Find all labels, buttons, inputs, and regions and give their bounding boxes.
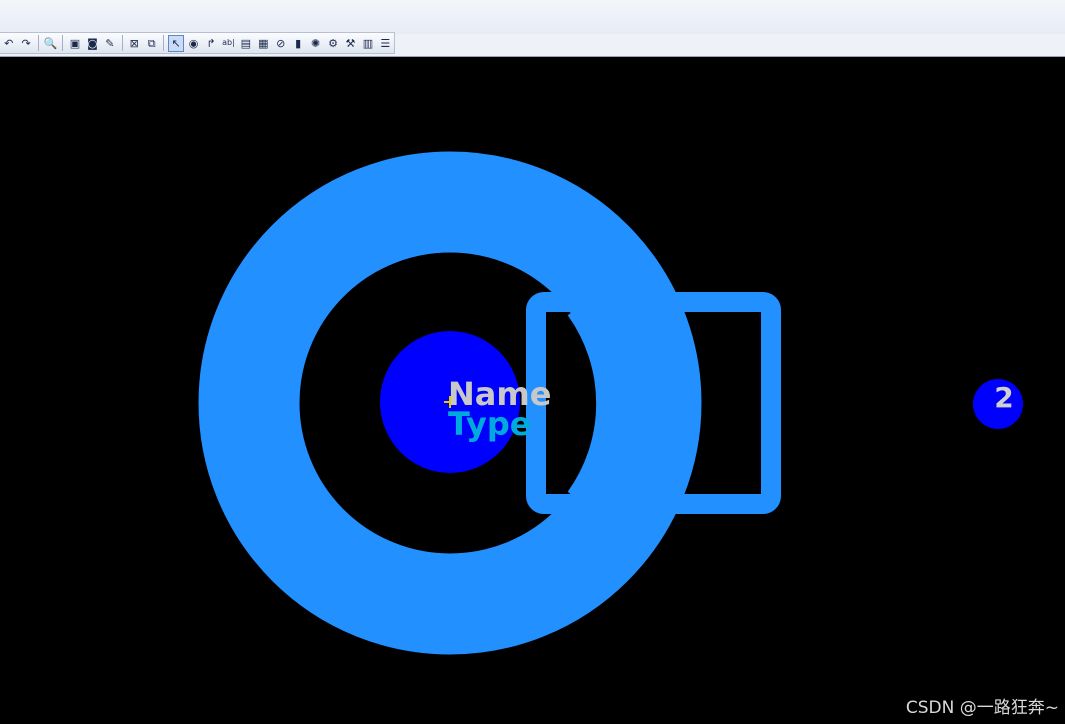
pcb-canvas[interactable]: Name Type 2 — [0, 57, 1065, 724]
view-area-icon[interactable]: ▣ — [67, 35, 83, 52]
inner-arc[interactable] — [567, 304, 615, 503]
place-icon[interactable]: ⊠ — [126, 35, 142, 52]
undo-icon[interactable]: ↶ — [1, 35, 17, 52]
layer-icon[interactable]: ◙ — [84, 35, 100, 52]
report-icon[interactable]: ▥ — [360, 35, 376, 52]
component-icon[interactable]: ▤ — [238, 35, 254, 52]
redo-icon[interactable]: ↷ — [18, 35, 34, 52]
footprint-drawing: Name Type 2 — [198, 151, 1023, 655]
tool-palette: ↶ ↷ 🔍 ▣ ◙ ✎ ⊠ ⧉ ↖ ◉ ↱ ab| ▤ ▦ ⊘ ▮ ✺ ⚙ ⚒ ▥ ☰ — [0, 32, 395, 54]
pin-icon[interactable]: ↱ — [203, 35, 219, 52]
toolbar-separator — [163, 35, 165, 51]
copper-icon[interactable]: ▦ — [255, 35, 271, 52]
title-area — [0, 0, 1065, 34]
select-arrow-icon[interactable]: ↖ — [167, 34, 185, 52]
brush-icon[interactable]: ✎ — [102, 35, 118, 52]
toolbar-separator — [121, 35, 123, 51]
watermark: CSDN @一路狂奔~ — [905, 698, 1059, 718]
toolbar-separator — [37, 35, 39, 51]
zoom-icon[interactable]: 🔍 — [42, 35, 58, 52]
sun-icon[interactable]: ✺ — [307, 35, 323, 52]
window-icon[interactable]: ⧉ — [143, 35, 159, 52]
library-icon[interactable]: ▮ — [290, 35, 306, 52]
drc-icon[interactable]: ⚙ — [325, 35, 341, 52]
no-connect-icon[interactable]: ⊘ — [273, 35, 289, 52]
route-icon[interactable]: ◉ — [185, 35, 201, 52]
toolbar-separator — [62, 35, 64, 51]
text-icon[interactable]: ab| — [220, 35, 236, 52]
list-icon[interactable]: ☰ — [377, 35, 393, 52]
settings-icon[interactable]: ⚒ — [342, 35, 358, 52]
pin-number-label: 2 — [994, 381, 1013, 414]
type-label[interactable]: Type — [448, 405, 532, 443]
